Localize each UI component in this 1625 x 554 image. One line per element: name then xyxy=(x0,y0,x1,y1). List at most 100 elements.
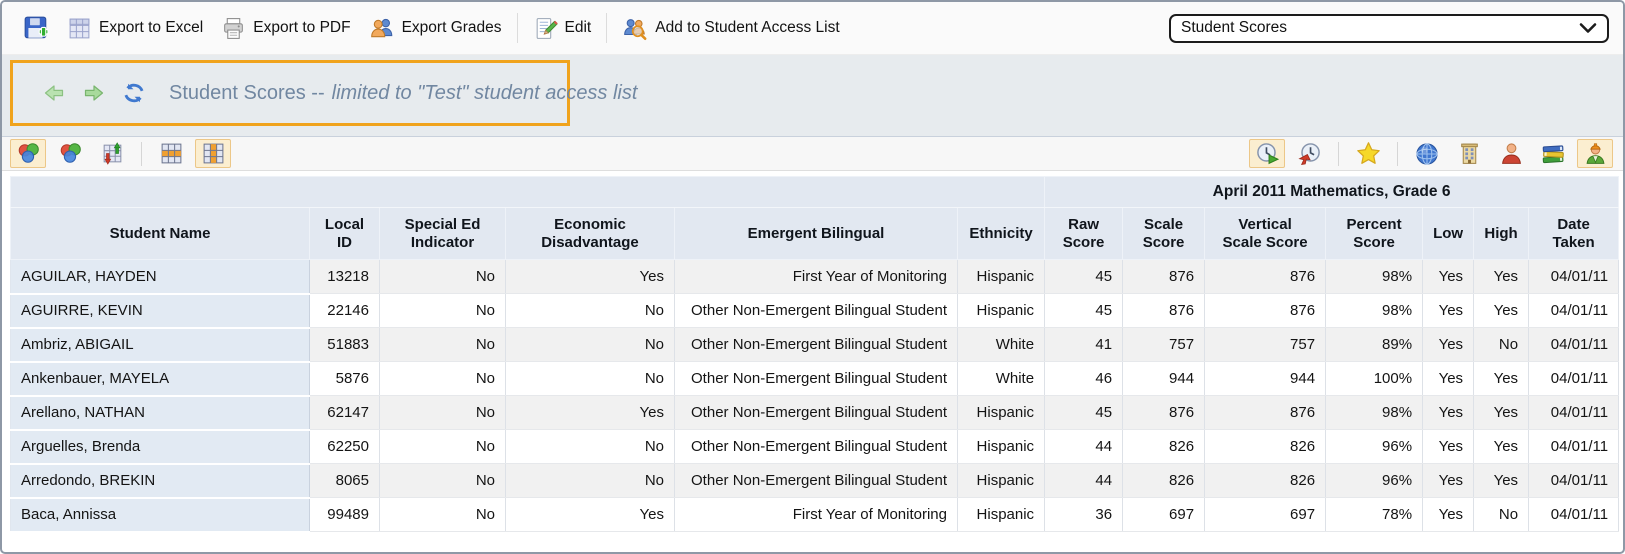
data-cell: No xyxy=(380,260,506,294)
data-cell: No xyxy=(380,430,506,464)
staff-button-selected[interactable] xyxy=(1577,139,1613,168)
edit-label: Edit xyxy=(565,19,592,37)
test-group-header: April 2011 Mathematics, Grade 6 xyxy=(1045,177,1619,208)
edit-button[interactable]: Edit xyxy=(524,10,601,47)
table-row: Arguelles, Brenda62250NoNoOther Non-Emer… xyxy=(11,430,1619,464)
column-header-7[interactable]: Scale Score xyxy=(1123,208,1205,260)
data-cell: Hispanic xyxy=(958,498,1045,532)
save-icon xyxy=(23,15,49,41)
column-header-12[interactable]: Date Taken xyxy=(1529,208,1619,260)
grid-rows-button[interactable] xyxy=(153,139,189,168)
student-button[interactable] xyxy=(1493,139,1529,168)
grid-columns-icon xyxy=(201,141,226,166)
student-name-cell: Ankenbauer, MAYELA xyxy=(11,362,310,396)
column-header-9[interactable]: Percent Score xyxy=(1326,208,1423,260)
data-cell: 46 xyxy=(1045,362,1123,396)
data-cell: 876 xyxy=(1123,294,1205,328)
building-icon xyxy=(1457,141,1482,166)
data-cell: 13218 xyxy=(310,260,380,294)
table-row: Ambriz, ABIGAIL51883NoNoOther Non-Emerge… xyxy=(11,328,1619,362)
data-cell: 96% xyxy=(1326,430,1423,464)
student-name-cell: AGUIRRE, KEVIN xyxy=(11,294,310,328)
data-cell: No xyxy=(380,396,506,430)
sections-button[interactable] xyxy=(1535,139,1571,168)
group-header-spacer xyxy=(11,177,1045,208)
data-cell: No xyxy=(1474,328,1529,362)
venn-diagram-icon xyxy=(58,141,83,166)
data-cell: 62250 xyxy=(310,430,380,464)
favorite-star-icon xyxy=(1355,140,1382,167)
data-cell: 22146 xyxy=(310,294,380,328)
data-cell: 89% xyxy=(1326,328,1423,362)
data-cell: Yes xyxy=(506,260,675,294)
data-cell: No xyxy=(380,294,506,328)
data-cell: 697 xyxy=(1205,498,1326,532)
data-cell: Yes xyxy=(1423,498,1474,532)
school-button[interactable] xyxy=(1451,139,1487,168)
export-excel-button[interactable]: Export to Excel xyxy=(58,10,212,47)
data-cell: Other Non-Emergent Bilingual Student xyxy=(675,294,958,328)
add-student-access-label: Add to Student Access List xyxy=(655,19,839,37)
column-header-5[interactable]: Ethnicity xyxy=(958,208,1045,260)
data-cell: Yes xyxy=(1423,260,1474,294)
refresh-icon[interactable] xyxy=(121,80,147,106)
data-cell: 62147 xyxy=(310,396,380,430)
data-cell: Hispanic xyxy=(958,430,1045,464)
data-cell: 45 xyxy=(1045,396,1123,430)
time-run-button-selected[interactable] xyxy=(1249,139,1285,168)
excel-grid-icon xyxy=(67,16,92,41)
grid-columns-button-selected[interactable] xyxy=(195,139,231,168)
column-header-4[interactable]: Emergent Bilingual xyxy=(675,208,958,260)
column-header-6[interactable]: Raw Score xyxy=(1045,208,1123,260)
forward-arrow-button[interactable] xyxy=(81,81,107,105)
toolbar-separator xyxy=(517,13,518,43)
data-cell: 876 xyxy=(1205,260,1326,294)
venn-view-button-selected[interactable] xyxy=(10,139,46,168)
data-cell: 04/01/11 xyxy=(1529,396,1619,430)
data-cell: 826 xyxy=(1123,430,1205,464)
student-name-cell: Ambriz, ABIGAIL xyxy=(11,328,310,362)
data-cell: Other Non-Emergent Bilingual Student xyxy=(675,362,958,396)
data-cell: White xyxy=(958,328,1045,362)
back-arrow-button[interactable] xyxy=(41,81,67,105)
data-cell: Yes xyxy=(1423,294,1474,328)
venn-view-button[interactable] xyxy=(52,139,88,168)
results-table-wrap: April 2011 Mathematics, Grade 6 Student N… xyxy=(2,171,1623,533)
data-cell: 8065 xyxy=(310,464,380,498)
student-name-cell: Arredondo, BREKIN xyxy=(11,464,310,498)
column-header-1[interactable]: Local ID xyxy=(310,208,380,260)
data-cell: 51883 xyxy=(310,328,380,362)
export-grades-button[interactable]: Export Grades xyxy=(360,9,511,47)
printer-icon xyxy=(221,16,246,41)
data-cell: 41 xyxy=(1045,328,1123,362)
column-header-8[interactable]: Vertical Scale Score xyxy=(1205,208,1326,260)
report-type-select[interactable]: Student Scores xyxy=(1169,14,1609,43)
column-header-11[interactable]: High xyxy=(1474,208,1529,260)
save-button[interactable] xyxy=(14,9,58,47)
grid-sort-button[interactable] xyxy=(94,139,130,168)
add-student-access-button[interactable]: Add to Student Access List xyxy=(613,9,848,47)
venn-diagram-icon xyxy=(16,141,41,166)
column-header-0[interactable]: Student Name xyxy=(11,208,310,260)
data-cell: Yes xyxy=(1423,328,1474,362)
data-cell: 04/01/11 xyxy=(1529,464,1619,498)
data-cell: White xyxy=(958,362,1045,396)
export-grades-label: Export Grades xyxy=(402,19,502,37)
column-header-2[interactable]: Special Ed Indicator xyxy=(380,208,506,260)
view-toolbar-separator xyxy=(1338,142,1339,166)
data-cell: Yes xyxy=(506,498,675,532)
data-cell: 5876 xyxy=(310,362,380,396)
export-pdf-button[interactable]: Export to PDF xyxy=(212,10,359,47)
time-cancel-button[interactable] xyxy=(1291,139,1327,168)
district-button[interactable] xyxy=(1409,139,1445,168)
data-cell: 04/01/11 xyxy=(1529,362,1619,396)
data-cell: 876 xyxy=(1123,396,1205,430)
data-cell: No xyxy=(380,464,506,498)
favorite-button[interactable] xyxy=(1350,139,1386,168)
column-header-3[interactable]: Economic Disadvantage xyxy=(506,208,675,260)
data-cell: Yes xyxy=(506,396,675,430)
staff-worker-icon xyxy=(1583,141,1608,166)
student-name-cell: AGUILAR, HAYDEN xyxy=(11,260,310,294)
column-header-10[interactable]: Low xyxy=(1423,208,1474,260)
edit-note-icon xyxy=(533,16,558,41)
